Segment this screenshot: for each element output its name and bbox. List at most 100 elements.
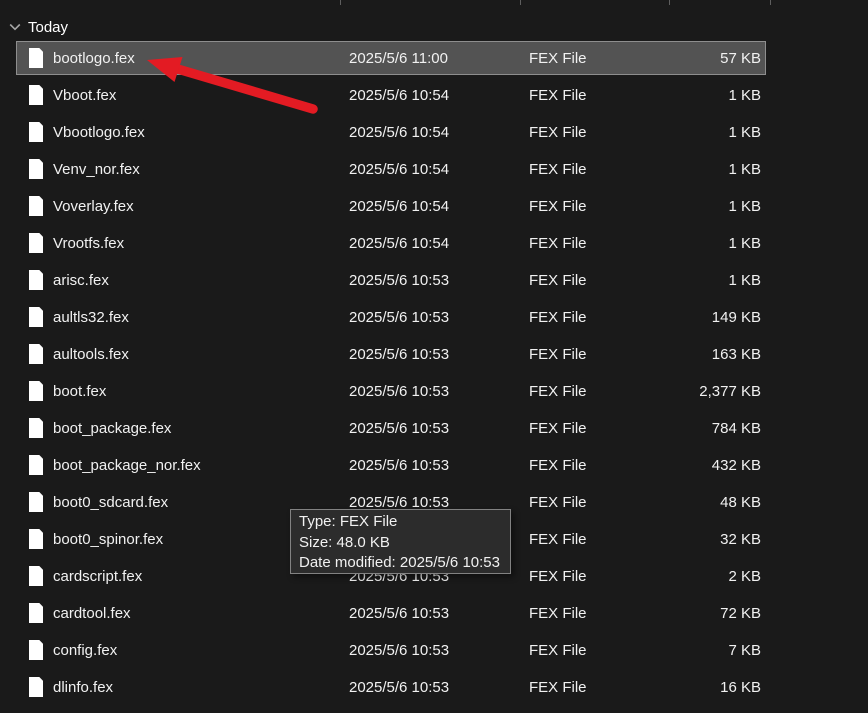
file-icon (28, 196, 44, 216)
file-name-label: boot0_spinor.fex (53, 531, 163, 548)
file-type: FEX File (521, 679, 670, 696)
file-row[interactable]: boot.fex 2025/5/6 10:53 FEX File 2,377 K… (16, 374, 766, 408)
file-type: FEX File (521, 420, 670, 437)
file-name-label: cardtool.fex (53, 605, 131, 622)
file-name-label: boot.fex (53, 383, 106, 400)
file-size: 1 KB (670, 124, 765, 141)
file-name-label: dlinfo.fex (53, 679, 113, 696)
file-icon (28, 492, 44, 512)
file-type: FEX File (521, 568, 670, 585)
file-type: FEX File (521, 309, 670, 326)
file-date-modified: 2025/5/6 10:54 (341, 87, 521, 104)
file-icon (28, 677, 44, 697)
file-date-modified: 2025/5/6 10:54 (341, 161, 521, 178)
group-header-today[interactable]: Today (9, 16, 68, 38)
file-explorer-pane: Today bootlogo.fex 2025/5/6 11:00 FEX Fi… (0, 0, 868, 713)
file-name-label: cardscript.fex (53, 568, 142, 585)
file-size: 7 KB (670, 642, 765, 659)
file-date-modified: 2025/5/6 10:53 (341, 383, 521, 400)
file-icon (28, 455, 44, 475)
file-size: 1 KB (670, 235, 765, 252)
file-row[interactable]: cardtool.fex 2025/5/6 10:53 FEX File 72 … (16, 596, 766, 630)
file-icon (28, 603, 44, 623)
tooltip-size-line: Size: 48.0 KB (299, 533, 500, 554)
file-row[interactable]: aultls32.fex 2025/5/6 10:53 FEX File 149… (16, 300, 766, 334)
file-size: 16 KB (670, 679, 765, 696)
file-row[interactable]: boot_package.fex 2025/5/6 10:53 FEX File… (16, 411, 766, 445)
file-icon (28, 344, 44, 364)
tooltip-type-line: Type: FEX File (299, 512, 500, 533)
file-name-label: Vboot.fex (53, 87, 116, 104)
file-icon (28, 85, 44, 105)
file-date-modified: 2025/5/6 10:53 (341, 309, 521, 326)
file-type: FEX File (521, 50, 670, 67)
file-name-label: arisc.fex (53, 272, 109, 289)
file-name-label: Vrootfs.fex (53, 235, 124, 252)
file-row[interactable]: Voverlay.fex 2025/5/6 10:54 FEX File 1 K… (16, 189, 766, 223)
file-size: 1 KB (670, 272, 765, 289)
file-type: FEX File (521, 383, 670, 400)
file-size: 57 KB (670, 50, 765, 67)
file-date-modified: 2025/5/6 10:53 (341, 494, 521, 511)
file-date-modified: 2025/5/6 10:53 (341, 346, 521, 363)
file-row[interactable]: Vrootfs.fex 2025/5/6 10:54 FEX File 1 KB (16, 226, 766, 260)
file-name-label: aultls32.fex (53, 309, 129, 326)
file-type: FEX File (521, 87, 670, 104)
file-row[interactable]: boot_package_nor.fex 2025/5/6 10:53 FEX … (16, 448, 766, 482)
file-name-label: aultools.fex (53, 346, 129, 363)
file-row[interactable]: bootlogo.fex 2025/5/6 11:00 FEX File 57 … (16, 41, 766, 75)
file-name-label: Vbootlogo.fex (53, 124, 145, 141)
file-date-modified: 2025/5/6 10:53 (341, 679, 521, 696)
file-name-label: boot_package.fex (53, 420, 171, 437)
file-icon (28, 159, 44, 179)
file-size: 784 KB (670, 420, 765, 437)
file-date-modified: 2025/5/6 10:53 (341, 605, 521, 622)
file-icon (28, 381, 44, 401)
file-row[interactable]: Vboot.fex 2025/5/6 10:54 FEX File 1 KB (16, 78, 766, 112)
chevron-down-icon[interactable] (9, 23, 21, 31)
file-icon (28, 418, 44, 438)
hover-tooltip: Type: FEX File Size: 48.0 KB Date modifi… (290, 509, 511, 574)
file-size: 2 KB (670, 568, 765, 585)
file-date-modified: 2025/5/6 10:53 (341, 457, 521, 474)
file-icon (28, 270, 44, 290)
file-row[interactable]: Venv_nor.fex 2025/5/6 10:54 FEX File 1 K… (16, 152, 766, 186)
file-date-modified: 2025/5/6 10:54 (341, 124, 521, 141)
file-row[interactable]: config.fex 2025/5/6 10:53 FEX File 7 KB (16, 633, 766, 667)
file-size: 1 KB (670, 161, 765, 178)
file-size: 72 KB (670, 605, 765, 622)
file-size: 32 KB (670, 531, 765, 548)
file-type: FEX File (521, 346, 670, 363)
column-separator-tick (520, 0, 521, 5)
file-name-label: bootlogo.fex (53, 50, 135, 67)
file-row[interactable]: dlinfo.fex 2025/5/6 10:53 FEX File 16 KB (16, 670, 766, 704)
file-size: 149 KB (670, 309, 765, 326)
file-icon (28, 640, 44, 660)
file-type: FEX File (521, 272, 670, 289)
file-icon (28, 307, 44, 327)
file-size: 1 KB (670, 198, 765, 215)
tooltip-date-line: Date modified: 2025/5/6 10:53 (299, 553, 500, 574)
file-icon (28, 566, 44, 586)
file-type: FEX File (521, 531, 670, 548)
file-size: 1 KB (670, 87, 765, 104)
group-label: Today (28, 19, 68, 36)
file-type: FEX File (521, 235, 670, 252)
file-type: FEX File (521, 494, 670, 511)
file-size: 432 KB (670, 457, 765, 474)
file-type: FEX File (521, 161, 670, 178)
column-separator-tick (340, 0, 341, 5)
file-list: bootlogo.fex 2025/5/6 11:00 FEX File 57 … (16, 41, 766, 707)
file-icon (28, 48, 44, 68)
file-name-label: Voverlay.fex (53, 198, 134, 215)
file-row[interactable]: arisc.fex 2025/5/6 10:53 FEX File 1 KB (16, 263, 766, 297)
file-row[interactable]: aultools.fex 2025/5/6 10:53 FEX File 163… (16, 337, 766, 371)
file-row[interactable]: Vbootlogo.fex 2025/5/6 10:54 FEX File 1 … (16, 115, 766, 149)
file-size: 163 KB (670, 346, 765, 363)
file-size: 2,377 KB (670, 383, 765, 400)
file-date-modified: 2025/5/6 10:54 (341, 198, 521, 215)
file-date-modified: 2025/5/6 10:54 (341, 235, 521, 252)
file-name-label: boot_package_nor.fex (53, 457, 201, 474)
file-type: FEX File (521, 605, 670, 622)
file-date-modified: 2025/5/6 10:53 (341, 420, 521, 437)
